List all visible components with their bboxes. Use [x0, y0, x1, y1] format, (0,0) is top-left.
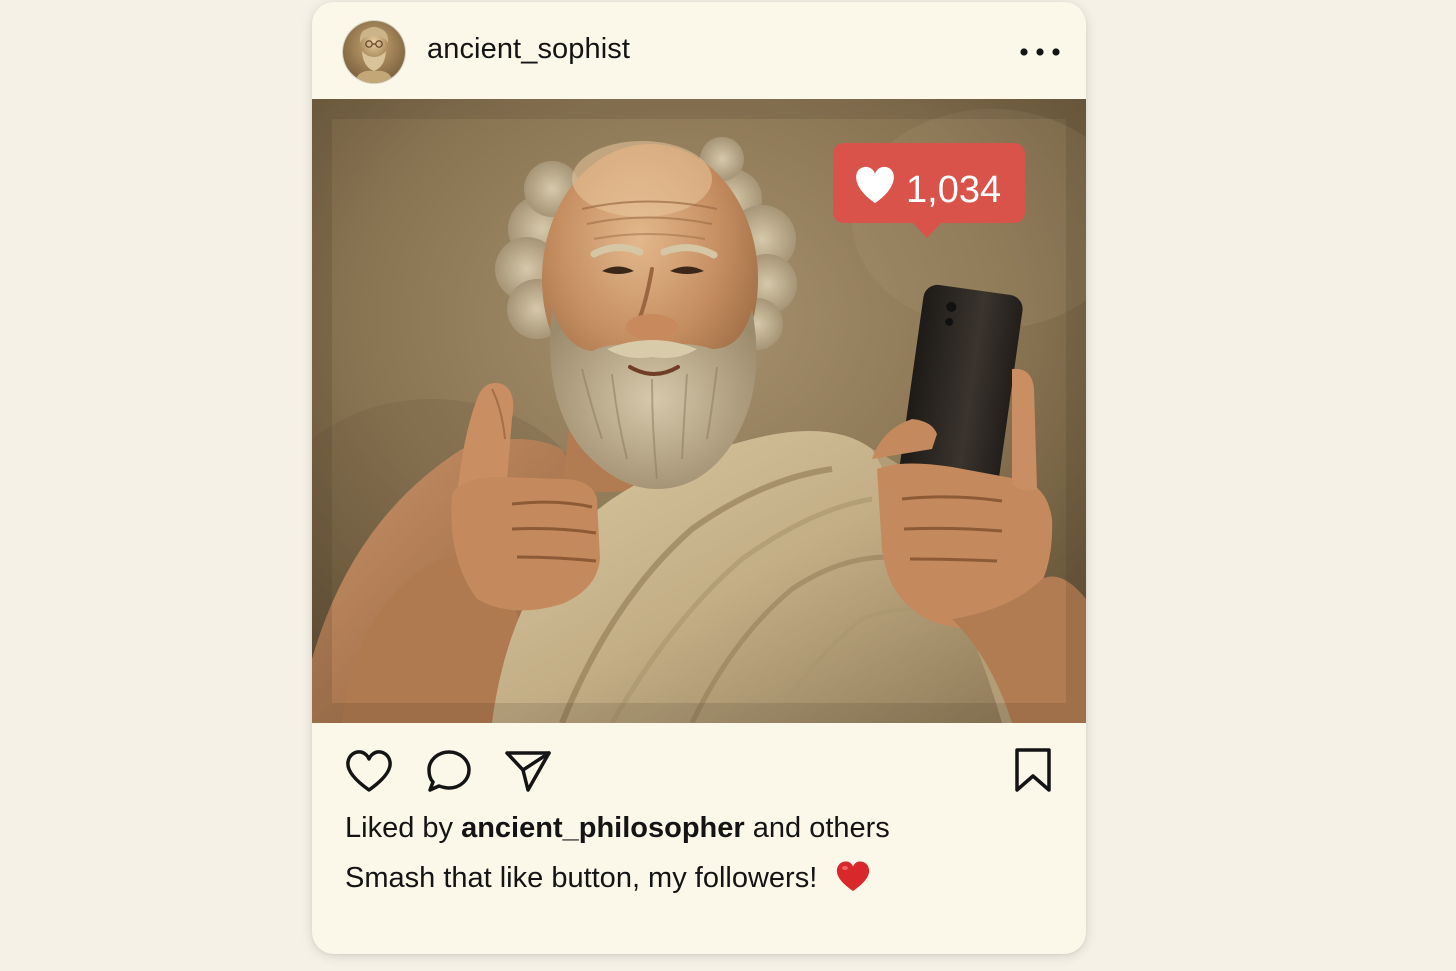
- username[interactable]: ancient_sophist: [427, 33, 630, 66]
- post-header: ancient_sophist: [312, 2, 1086, 99]
- post-actions: [312, 723, 1086, 813]
- avatar[interactable]: [343, 21, 405, 83]
- post-caption: Smash that like button, my followers!: [345, 860, 871, 901]
- red-heart-emoji-icon: [835, 860, 871, 901]
- send-icon[interactable]: [504, 748, 552, 799]
- caption-text: Smash that like button, my followers!: [345, 862, 818, 894]
- like-heart-icon[interactable]: [345, 749, 393, 798]
- likes-suffix[interactable]: and others: [753, 812, 890, 844]
- comment-icon[interactable]: [425, 748, 473, 799]
- post-photo[interactable]: 1,034: [312, 99, 1086, 723]
- bookmark-icon[interactable]: [1013, 747, 1053, 798]
- post-card: ancient_sophist 1,034 Liked by ancient_p…: [312, 2, 1086, 954]
- likes-summary: Liked by ancient_philosopher and others: [345, 812, 890, 845]
- liked-by-username[interactable]: ancient_philosopher: [461, 812, 745, 844]
- more-options-icon[interactable]: [1018, 38, 1062, 66]
- like-count: 1,034: [906, 169, 1002, 211]
- likes-prefix: Liked by: [345, 812, 454, 844]
